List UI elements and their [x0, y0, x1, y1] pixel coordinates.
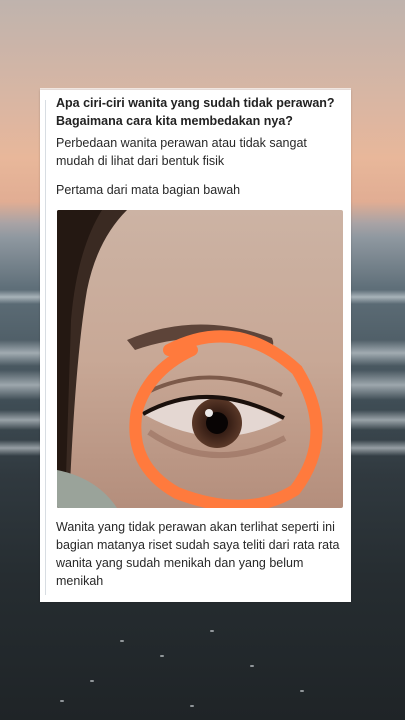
post-question: Apa ciri-ciri wanita yang sudah tidak pe…: [56, 96, 335, 128]
quote-accent-line: [45, 100, 46, 595]
post-caption: Wanita yang tidak perawan akan terlihat …: [56, 520, 340, 588]
post-intro-text: Perbedaan wanita perawan atau tidak sang…: [56, 136, 307, 168]
eye-photo: [57, 210, 343, 508]
post-first-point: Pertama dari mata bagian bawah: [56, 183, 241, 197]
eye-photo-icon: [57, 210, 343, 508]
